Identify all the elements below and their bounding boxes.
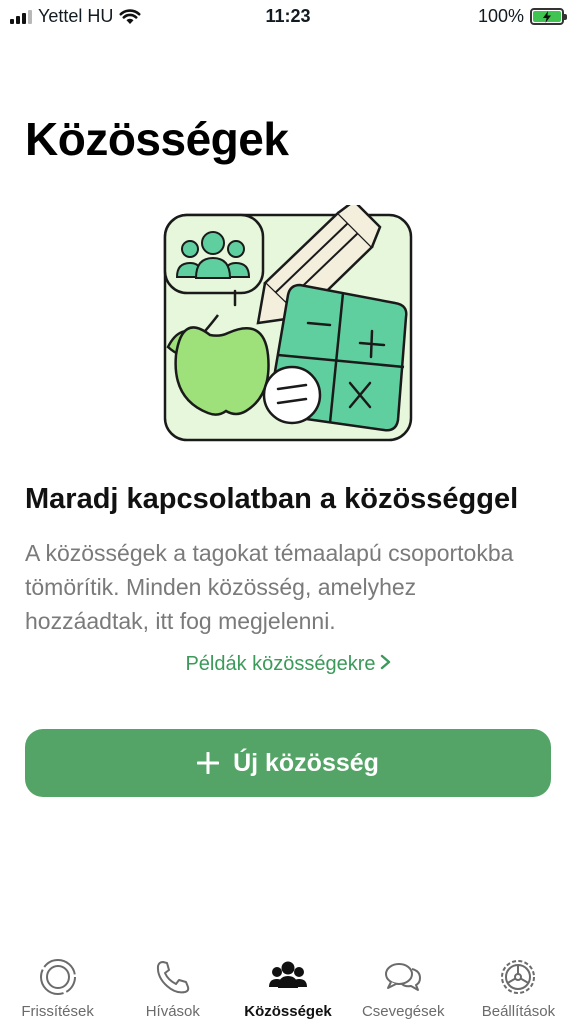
chats-icon [385, 963, 422, 991]
speech-bubble-people-icon [163, 213, 265, 307]
tab-settings[interactable]: Beállítások [461, 945, 576, 1024]
new-community-label: Új közösség [233, 748, 379, 777]
updates-icon [39, 959, 76, 995]
status-bar: Yettel HU 11:23 100% [0, 0, 576, 34]
chevron-right-icon [380, 653, 391, 676]
tab-label-calls: Hívások [145, 1003, 200, 1020]
tab-updates[interactable]: Frissítések [0, 945, 115, 1024]
tab-label-communities: Közösségek [244, 1003, 332, 1020]
tab-label-settings: Beállítások [481, 1003, 556, 1020]
communities-icon [269, 961, 307, 988]
tab-calls[interactable]: Hívások [115, 945, 230, 1024]
tab-chats[interactable]: Csevegések [346, 945, 461, 1024]
examples-link-label: Példák közösségekre [185, 653, 376, 675]
new-community-button[interactable]: Új közösség [25, 729, 551, 797]
page-title: Közösségek [25, 113, 289, 165]
empty-state-headline: Maradj kapcsolatban a közösséggel [25, 483, 519, 515]
battery-icon [530, 8, 567, 25]
plus-icon [197, 752, 220, 774]
status-right: 100% [477, 6, 567, 27]
communities-illustration [163, 205, 413, 442]
tab-label-updates: Frissítések [21, 1003, 94, 1020]
phone-icon [156, 961, 189, 994]
empty-state-description: A közösségek a tagokat témaalapú csoport… [25, 540, 514, 634]
examples-link[interactable]: Példák közösségekre [0, 653, 576, 676]
battery-percent: 100% [477, 6, 524, 26]
charging-bolt-icon [543, 10, 551, 23]
tab-label-chats: Csevegések [361, 1003, 445, 1020]
equals-circle-icon [262, 365, 322, 425]
settings-icon [501, 960, 536, 994]
tab-bar: Frissítések Hívások Közösségek Csevegése… [0, 945, 576, 1024]
tab-communities[interactable]: Közösségek [230, 945, 345, 1024]
